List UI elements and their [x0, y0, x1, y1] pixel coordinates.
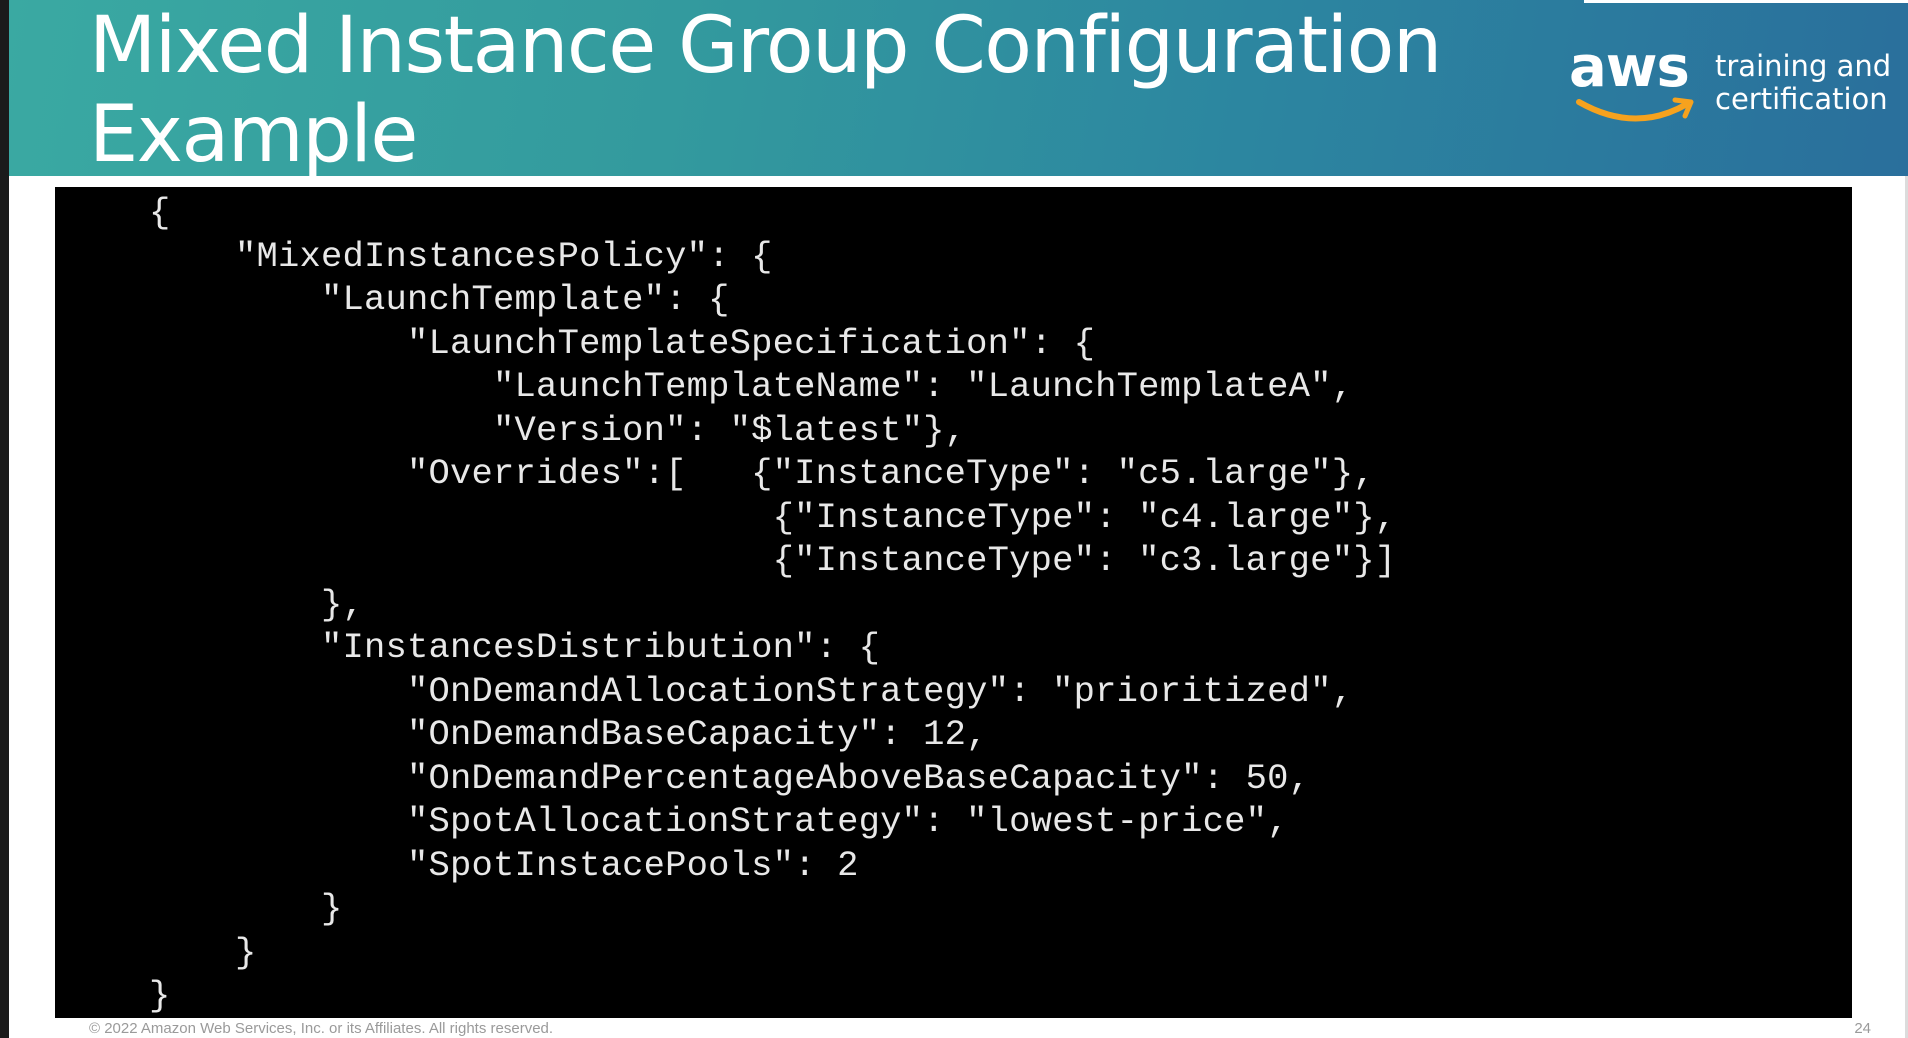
code-line: "SpotAllocationStrategy": "lowest-price"…	[149, 801, 1289, 842]
code-line: "OnDemandPercentageAboveBaseCapacity": 5…	[149, 757, 1311, 799]
code-line: }	[149, 888, 343, 929]
aws-logo-text: aws	[1569, 35, 1690, 100]
code-line: "InstancesDistribution": {	[149, 627, 881, 668]
copyright-footer: © 2022 Amazon Web Services, Inc. or its …	[89, 1020, 554, 1037]
code-line: "LaunchTemplate": {	[149, 279, 730, 320]
header-top-strip	[1584, 0, 1908, 3]
slide-header: Mixed Instance Group Configuration Examp…	[9, 0, 1908, 176]
code-line: "OnDemandAllocationStrategy": "prioritiz…	[149, 670, 1354, 712]
slide-number: 24	[1854, 1020, 1871, 1037]
code-line: }	[149, 931, 257, 973]
code-line: },	[149, 583, 365, 625]
brand-tagline-line-1: training and	[1715, 49, 1892, 83]
slide-title-line-1: Mixed Instance Group Configuration	[89, 1, 1442, 91]
code-line: "SpotInstacePools": 2	[149, 844, 859, 886]
code-line: "Version": "$latest"},	[149, 409, 967, 451]
code-line: "LaunchTemplateName": "LaunchTemplateA",	[149, 366, 1354, 407]
slide-title-line-2: Example	[89, 90, 418, 177]
code-line: "LaunchTemplateSpecification": {	[149, 322, 1096, 364]
code-line: "OnDemandBaseCapacity": 12,	[149, 714, 988, 755]
json-code-block: { "MixedInstancesPolicy": { "LaunchTempl…	[149, 191, 1396, 1018]
code-line: "Overrides":[ {"InstanceType": "c5.large…	[149, 453, 1375, 494]
code-line: {"InstanceType": "c4.large"},	[149, 496, 1397, 538]
code-line: "MixedInstancesPolicy": {	[149, 235, 773, 277]
code-line: }	[149, 975, 171, 1016]
code-line: {"InstanceType": "c3.large"}]	[149, 540, 1397, 581]
brand-tagline-line-2: certification	[1715, 82, 1888, 116]
code-line: {	[149, 192, 171, 233]
amazon-smile-arrow-icon	[1576, 97, 1694, 122]
aws-training-certification-logo: aws training and certification	[1569, 36, 1899, 136]
code-panel: { "MixedInstancesPolicy": { "LaunchTempl…	[55, 187, 1852, 1018]
slide: Mixed Instance Group Configuration Examp…	[0, 0, 1908, 1038]
slide-title: Mixed Instance Group Configuration Examp…	[89, 1, 1489, 177]
brand-tagline: training and certification	[1715, 50, 1891, 116]
